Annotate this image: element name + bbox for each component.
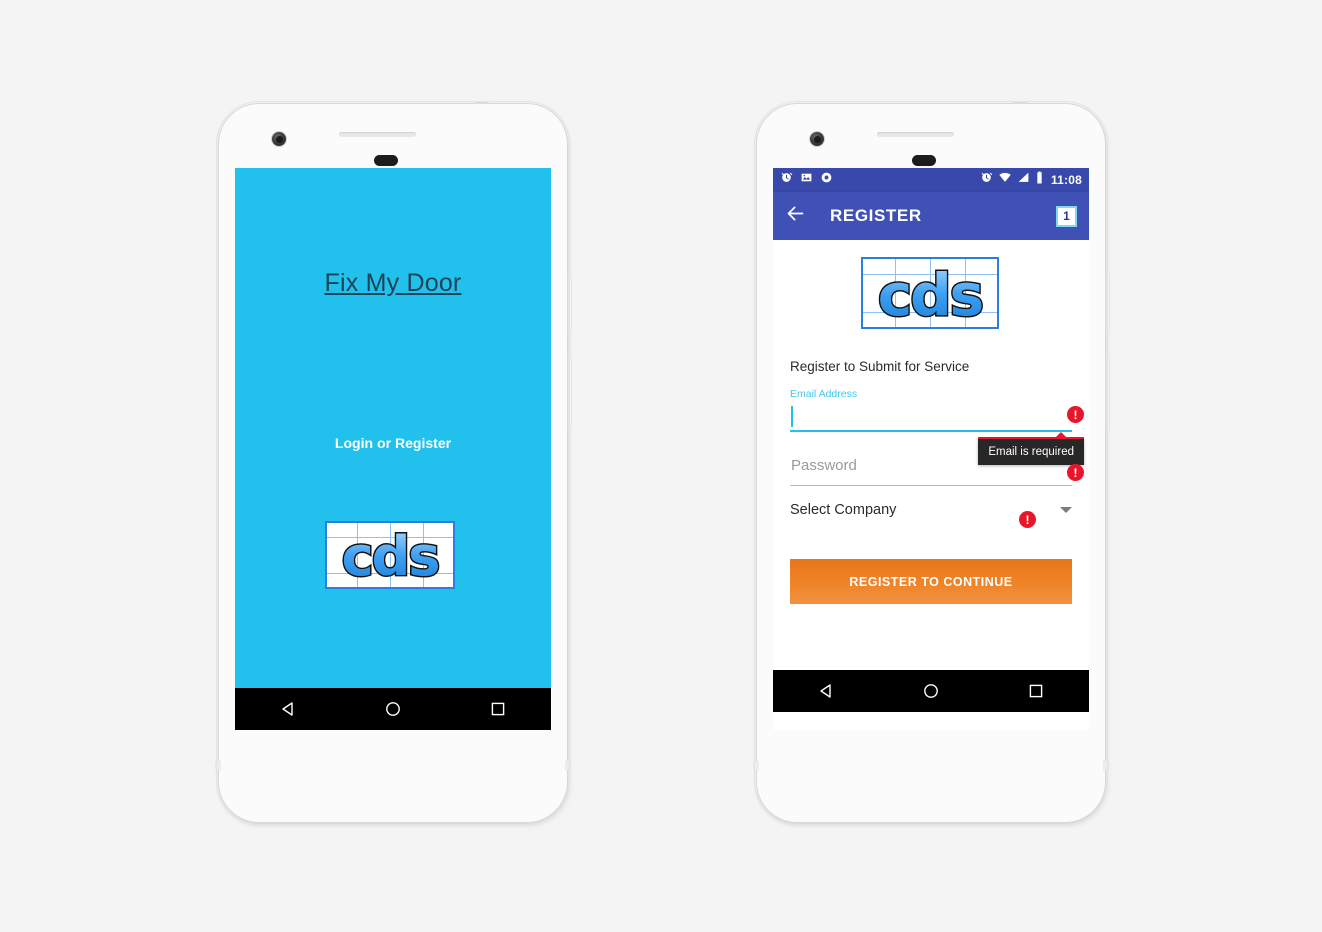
alarm-icon bbox=[780, 171, 793, 189]
nav-back-icon[interactable] bbox=[279, 700, 297, 718]
camera-lens bbox=[813, 135, 821, 143]
company-select-label: Select Company bbox=[790, 502, 897, 518]
phone-device-left: Fix My Door LoginorRegister cds cds bbox=[216, 101, 571, 825]
front-camera bbox=[272, 132, 286, 146]
back-arrow-icon[interactable] bbox=[785, 203, 806, 229]
password-error-icon: ! bbox=[1067, 464, 1084, 481]
step-badge[interactable]: 1 bbox=[1056, 205, 1077, 227]
text-caret bbox=[791, 406, 793, 427]
tooltip-arrow bbox=[1054, 432, 1068, 439]
cds-logo-text: cds bbox=[863, 263, 997, 327]
status-bar-right-icons: 11:08 bbox=[980, 171, 1082, 189]
app-brand-title: Fix My Door bbox=[324, 269, 462, 297]
battery-icon bbox=[1035, 171, 1044, 189]
nav-recents-icon[interactable] bbox=[1027, 682, 1045, 700]
volume-button[interactable] bbox=[568, 356, 571, 430]
antenna-line bbox=[475, 101, 489, 104]
screen-right: 11:08 REGISTER 1 cds cds Register to Sub… bbox=[773, 168, 1089, 730]
antenna-notch-left bbox=[754, 761, 758, 770]
password-field-group: Password bbox=[790, 455, 1072, 486]
status-bar: 11:08 bbox=[773, 168, 1089, 192]
screen-left: Fix My Door LoginorRegister cds cds bbox=[235, 168, 551, 730]
register-continue-button[interactable]: REGISTER TO CONTINUE bbox=[790, 559, 1072, 604]
antenna-notch-right bbox=[566, 761, 570, 770]
earpiece-speaker bbox=[877, 132, 954, 137]
image-icon bbox=[800, 171, 813, 189]
email-input[interactable] bbox=[790, 403, 1072, 432]
cds-logo-text: cds bbox=[327, 527, 453, 587]
antenna-line bbox=[1013, 101, 1027, 104]
password-input[interactable]: Password bbox=[790, 455, 1072, 486]
front-camera bbox=[810, 132, 824, 146]
nav-back-icon[interactable] bbox=[817, 682, 835, 700]
app-bar: REGISTER 1 bbox=[773, 192, 1089, 240]
wifi-icon bbox=[998, 171, 1012, 189]
email-field-group: Email Address bbox=[790, 388, 1072, 432]
form-heading: Register to Submit for Service bbox=[790, 359, 970, 374]
android-navbar-right bbox=[773, 670, 1089, 712]
nav-home-icon[interactable] bbox=[384, 700, 402, 718]
email-error-icon: ! bbox=[1067, 406, 1084, 423]
record-icon bbox=[820, 171, 833, 189]
register-link[interactable]: Register bbox=[395, 435, 451, 451]
email-field-label: Email Address bbox=[790, 388, 858, 400]
status-bar-clock: 11:08 bbox=[1050, 173, 1082, 187]
antenna-notch-left bbox=[216, 761, 220, 770]
volume-button[interactable] bbox=[1106, 356, 1109, 430]
chevron-down-icon[interactable] bbox=[1060, 507, 1072, 513]
tooltip-underline bbox=[978, 437, 1084, 439]
cds-logo-left: cds cds bbox=[325, 521, 455, 589]
nav-recents-icon[interactable] bbox=[489, 700, 507, 718]
nav-home-icon[interactable] bbox=[922, 682, 940, 700]
antenna-notch-right bbox=[1104, 761, 1108, 770]
app-bar-title: REGISTER bbox=[830, 206, 922, 225]
auth-links-row: Login or Register bbox=[235, 435, 551, 451]
cds-logo-right: cds cds bbox=[861, 257, 999, 329]
earpiece-speaker bbox=[339, 132, 416, 137]
register-form: cds cds Register to Submit for Service E… bbox=[773, 240, 1089, 712]
status-bar-left-icons bbox=[780, 171, 833, 189]
sensor-pill bbox=[374, 155, 398, 166]
login-link[interactable]: Login bbox=[335, 435, 373, 451]
android-navbar-left bbox=[235, 688, 551, 730]
alarm-icon bbox=[980, 171, 993, 189]
power-button[interactable] bbox=[568, 274, 571, 330]
phone-device-right: 11:08 REGISTER 1 cds cds Register to Sub… bbox=[754, 101, 1109, 825]
signal-icon bbox=[1017, 171, 1030, 189]
splash-screen: Fix My Door LoginorRegister cds cds bbox=[235, 168, 551, 730]
company-error-icon: ! bbox=[1019, 511, 1036, 528]
power-button[interactable] bbox=[1106, 274, 1109, 330]
camera-lens bbox=[275, 135, 283, 143]
sensor-pill bbox=[912, 155, 936, 166]
password-placeholder: Password bbox=[791, 457, 857, 474]
auth-separator: or bbox=[377, 435, 392, 451]
